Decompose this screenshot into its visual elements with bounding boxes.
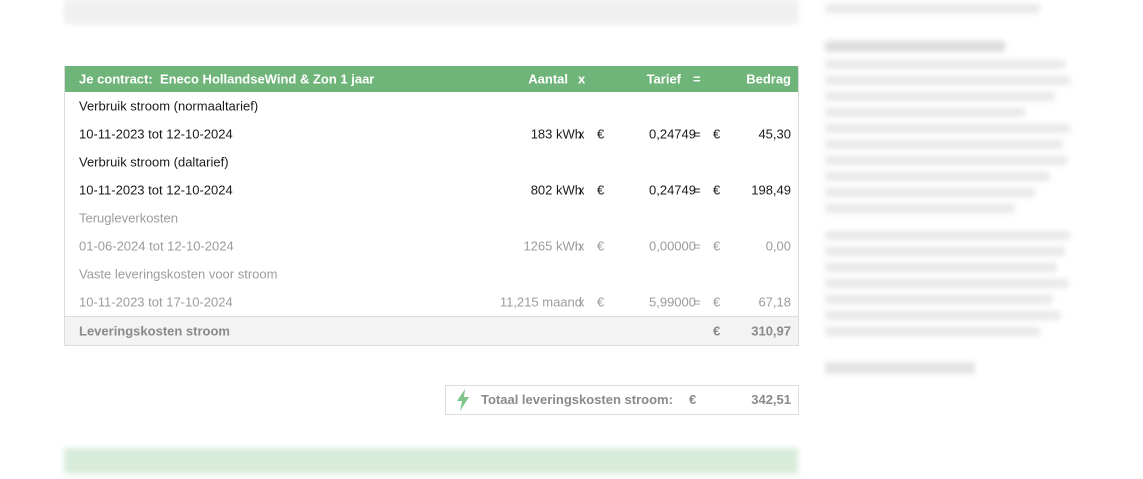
sidebar-text-line (825, 188, 1035, 197)
row-tarief: 0,24749 (649, 126, 696, 142)
sidebar-text-line (825, 108, 1025, 117)
previous-section-label (78, 4, 81, 18)
row-euro: € (713, 238, 721, 254)
header-contract-label: Je contract: (79, 71, 153, 87)
row-label: Vaste leveringskosten voor stroom (79, 266, 278, 282)
header-contract-name: Eneco HollandseWind & Zon 1 jaar (159, 71, 375, 87)
row-amount: 802 kWh (530, 182, 582, 198)
summary-value: 342,51 (751, 392, 791, 407)
sidebar-info-panel (825, 0, 1075, 374)
table-row: Vaste leveringskosten voor stroom (65, 260, 798, 288)
row-amount: 183 kWh (530, 126, 582, 142)
table-row: Verbruik stroom (daltarief) (65, 148, 798, 176)
contract-table: Je contract: Eneco HollandseWind & Zon 1… (64, 66, 799, 346)
sidebar-text-line (825, 172, 1050, 181)
row-tarief: 0,00000 (649, 238, 696, 254)
row-x: x (578, 182, 585, 198)
row-period: 10-11-2023 tot 12-10-2024 (79, 182, 233, 198)
row-bedrag: 198,49 (751, 182, 791, 198)
total-row: Leveringskosten stroom € 310,97 (65, 316, 798, 345)
row-euro: € (713, 126, 721, 142)
sidebar-link[interactable] (825, 362, 975, 374)
table-row: 10-11-2023 tot 17-10-2024 11,215 maand x… (65, 288, 798, 316)
sidebar-text-line (825, 263, 1057, 272)
row-period: 01-06-2024 tot 12-10-2024 (79, 238, 234, 254)
table-row: 10-11-2023 tot 12-10-2024 183 kWh x € 0,… (65, 120, 798, 148)
row-eq: = (693, 294, 701, 310)
sidebar-text-line (825, 327, 1040, 336)
row-label: Verbruik stroom (normaaltarief) (79, 98, 259, 114)
row-amount: 11,215 maand (499, 294, 582, 310)
sidebar-text-line (825, 156, 1067, 165)
row-euro: € (597, 238, 605, 254)
row-x: x (578, 294, 585, 310)
summary-label: Totaal leveringskosten stroom: (481, 392, 673, 407)
table-row: 10-11-2023 tot 12-10-2024 802 kWh x € 0,… (65, 176, 798, 204)
row-tarief: 5,99000 (649, 294, 696, 310)
sidebar-text-line (825, 204, 1015, 213)
summary-euro: € (689, 392, 697, 407)
row-euro: € (713, 182, 721, 198)
row-euro: € (597, 182, 605, 198)
row-tarief: 0,24749 (649, 182, 696, 198)
sidebar-text-line (825, 247, 1065, 256)
sidebar-text-line (825, 92, 1055, 101)
row-period: 10-11-2023 tot 17-10-2024 (79, 294, 233, 310)
lightning-icon (455, 389, 471, 414)
header-x: x (578, 71, 586, 87)
sidebar-text-line (825, 231, 1070, 240)
total-euro: € (713, 323, 721, 339)
total-value: 310,97 (751, 323, 791, 339)
row-euro: € (713, 294, 721, 310)
table-row: Terugleverkosten (65, 204, 798, 232)
header-eq: = (693, 71, 701, 87)
table-row: 01-06-2024 tot 12-10-2024 1265 kWh x € 0… (65, 232, 798, 260)
sidebar-text-line (825, 295, 1053, 304)
row-euro: € (597, 126, 605, 142)
total-label: Leveringskosten stroom (79, 323, 230, 339)
header-aantal: Aantal (528, 71, 568, 87)
row-bedrag: 45,30 (758, 126, 791, 142)
sidebar-text-line (825, 311, 1061, 320)
sidebar-text-line (825, 4, 1040, 13)
row-eq: = (693, 182, 701, 198)
total-summary-box: Totaal leveringskosten stroom: € 342,51 (445, 385, 799, 415)
row-period: 10-11-2023 tot 12-10-2024 (79, 126, 233, 142)
sidebar-text-line (825, 140, 1063, 149)
row-x: x (578, 238, 585, 254)
sidebar-text-line (825, 279, 1069, 288)
row-eq: = (693, 126, 701, 142)
row-euro: € (597, 294, 605, 310)
table-row: Verbruik stroom (normaaltarief) (65, 92, 798, 120)
header-bedrag: Bedrag (746, 71, 791, 87)
sidebar-text-line (825, 60, 1065, 69)
row-bedrag: 67,18 (758, 294, 791, 310)
header-contract: Je contract: Eneco HollandseWind & Zon 1… (79, 72, 374, 87)
row-label: Verbruik stroom (daltarief) (79, 154, 229, 170)
sidebar-text-line (825, 124, 1070, 133)
sidebar-heading (825, 41, 1005, 52)
header-tarief: Tarief (646, 71, 681, 87)
table-header: Je contract: Eneco HollandseWind & Zon 1… (65, 66, 798, 92)
row-eq: = (693, 238, 701, 254)
row-amount: 1265 kWh (523, 238, 582, 254)
previous-section-bar (64, 0, 798, 24)
row-label: Terugleverkosten (79, 210, 178, 226)
next-section-bar (64, 448, 798, 474)
sidebar-text-line (825, 76, 1070, 85)
row-x: x (578, 126, 585, 142)
row-bedrag: 0,00 (765, 238, 791, 254)
